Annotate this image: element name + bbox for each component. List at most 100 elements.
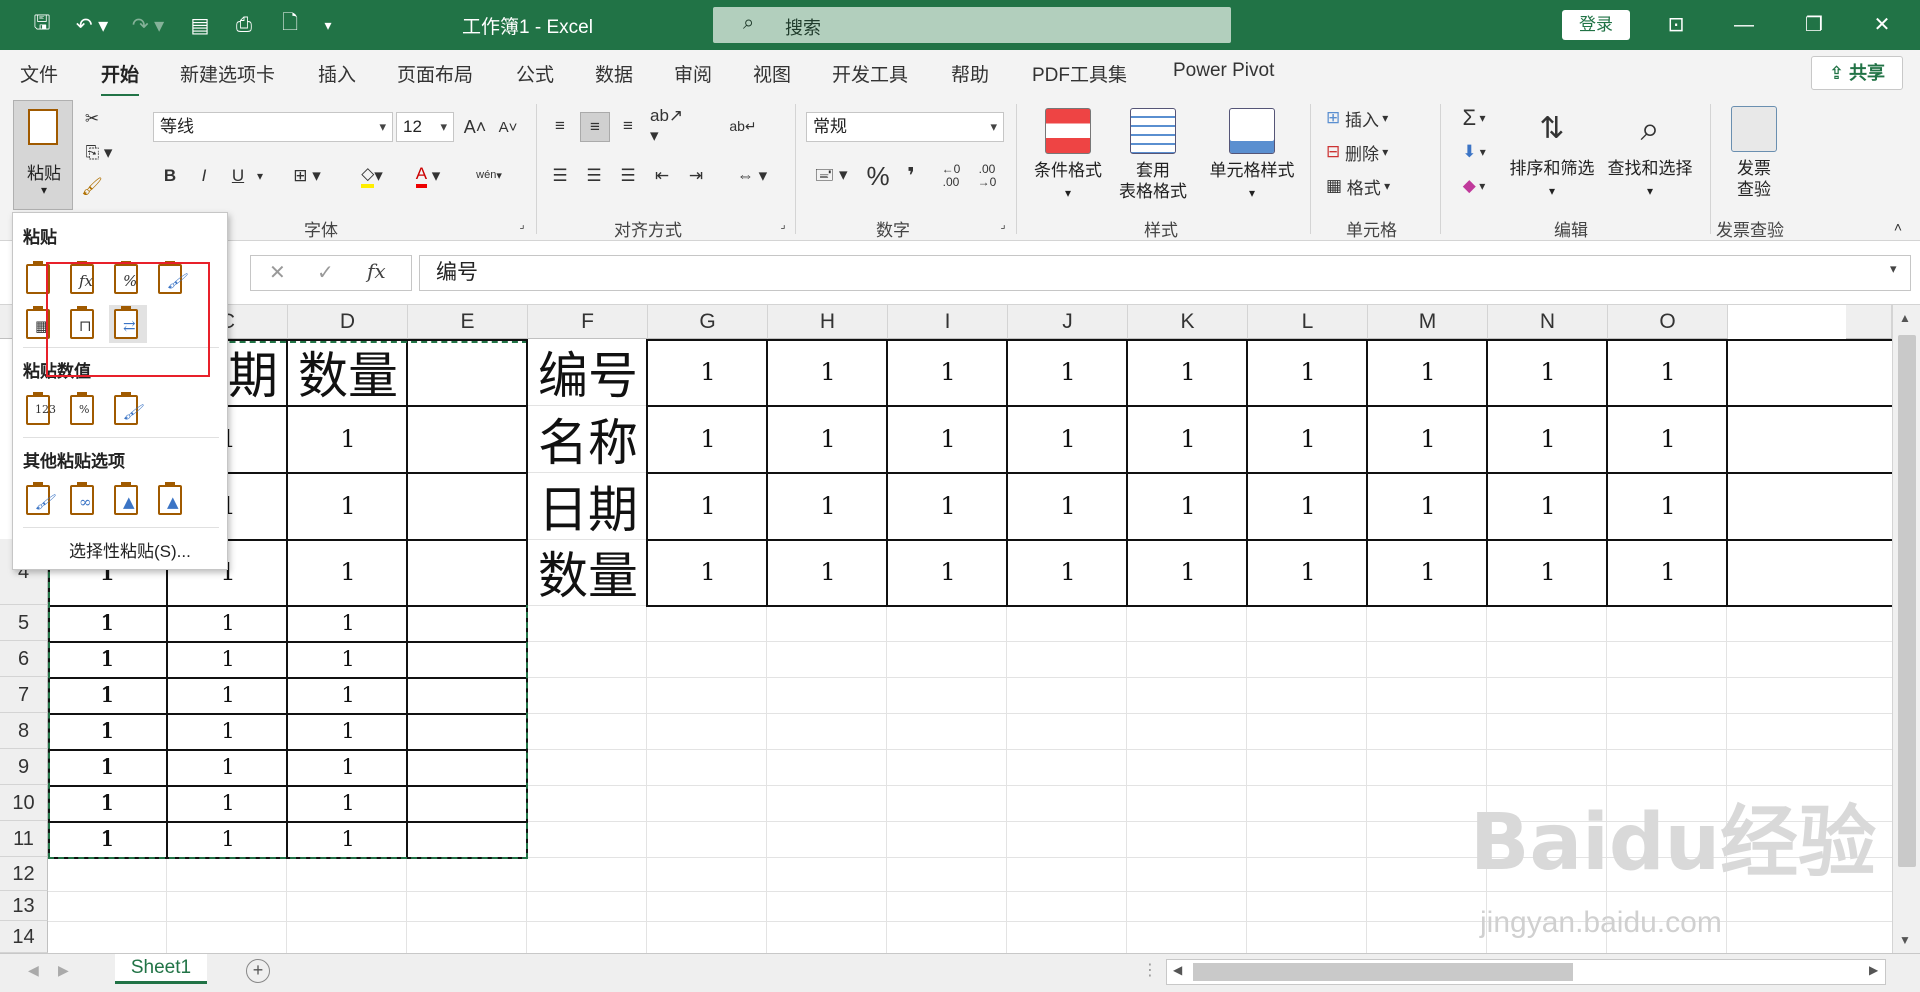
tab-pdf[interactable]: PDF工具集 bbox=[1032, 60, 1127, 87]
paste-option-link-icon[interactable]: ∞ bbox=[65, 481, 103, 519]
percent-button[interactable]: % bbox=[864, 160, 892, 192]
delete-cells-button[interactable]: ⊟ 删除 ▾ bbox=[1326, 138, 1426, 166]
cell[interactable]: 1 bbox=[648, 339, 768, 405]
share-button[interactable]: ⇪ 共享 bbox=[1811, 56, 1903, 90]
border-icon[interactable]: ⊞ ▾ bbox=[284, 162, 330, 190]
scroll-down-icon[interactable]: ▼ bbox=[1899, 933, 1911, 947]
orientation-icon[interactable]: ab↗ ▾ bbox=[650, 106, 696, 145]
cell[interactable]: 1 bbox=[1368, 405, 1488, 472]
cell-border[interactable] bbox=[1126, 339, 1128, 605]
paste-option-values-source-format-icon[interactable]: 🖌 bbox=[109, 391, 147, 429]
cell[interactable]: 1 bbox=[1008, 405, 1128, 472]
align-top-icon[interactable]: ≡ bbox=[546, 112, 574, 140]
row-header[interactable]: 13 bbox=[0, 891, 48, 921]
cell[interactable]: 1 bbox=[1368, 539, 1488, 605]
cell-border[interactable] bbox=[646, 472, 1892, 474]
redo-icon[interactable]: ↷ ▾ bbox=[124, 10, 172, 40]
tab-developer[interactable]: 开发工具 bbox=[832, 60, 908, 87]
cut-icon[interactable]: ✂ bbox=[78, 106, 106, 132]
col-header-O[interactable]: O bbox=[1608, 305, 1728, 339]
cell[interactable]: 1 bbox=[768, 472, 888, 539]
cell[interactable]: 1 bbox=[1608, 539, 1728, 605]
format-cells-button[interactable]: ▦ 格式 ▾ bbox=[1326, 172, 1426, 200]
chevron-down-icon[interactable]: ▾ bbox=[252, 162, 268, 190]
font-color-icon[interactable]: A ▾ bbox=[404, 162, 452, 190]
add-sheet-button[interactable]: + bbox=[246, 959, 270, 983]
tab-new[interactable]: 新建选项卡 bbox=[180, 60, 275, 87]
save-icon[interactable]: 🖫 bbox=[24, 10, 60, 40]
paste-button[interactable]: 粘贴 ▾ bbox=[13, 100, 73, 210]
expand-formula-icon[interactable]: ▾ bbox=[1890, 261, 1897, 277]
phonetic-icon[interactable]: wén ▾ bbox=[466, 158, 512, 192]
col-header-H[interactable]: H bbox=[768, 305, 888, 339]
cell-styles-button[interactable]: 单元格样式 ▾ bbox=[1204, 108, 1300, 204]
collapse-ribbon-icon[interactable]: ˄ bbox=[1888, 218, 1908, 236]
row-header[interactable]: 7 bbox=[0, 677, 48, 713]
increase-decimal-button[interactable]: ←0 .00 bbox=[936, 158, 966, 194]
fill-color-icon[interactable]: ◇ ▾ bbox=[348, 162, 396, 190]
ribbon-display-icon[interactable]: ⊡ bbox=[1656, 10, 1696, 40]
cell[interactable]: 1 bbox=[1488, 539, 1608, 605]
row-header[interactable]: 5 bbox=[0, 605, 48, 641]
sort-filter-button[interactable]: ⇅ 排序和筛选 ▾ bbox=[1506, 106, 1598, 202]
cell-header[interactable]: 数量 bbox=[528, 539, 648, 605]
cell[interactable]: 1 bbox=[1128, 405, 1248, 472]
conditional-format-button[interactable]: 条件格式 ▾ bbox=[1026, 108, 1110, 204]
tab-insert[interactable]: 插入 bbox=[318, 60, 356, 87]
sheet-tab[interactable]: Sheet1 bbox=[115, 954, 207, 984]
decrease-font-icon[interactable]: A˅ bbox=[493, 112, 523, 142]
row-header[interactable]: 11 bbox=[0, 821, 48, 857]
cell[interactable]: 1 bbox=[888, 339, 1008, 405]
tab-help[interactable]: 帮助 bbox=[951, 60, 989, 87]
font-size-select[interactable]: 12 ▾ bbox=[396, 112, 454, 142]
cell-border[interactable] bbox=[646, 605, 1892, 607]
col-header-G[interactable]: G bbox=[648, 305, 768, 339]
cell[interactable]: 1 bbox=[1608, 472, 1728, 539]
autosum-icon[interactable]: Σ ▾ bbox=[1450, 104, 1498, 132]
cell[interactable]: 1 bbox=[1368, 472, 1488, 539]
cell[interactable]: 1 bbox=[1248, 472, 1368, 539]
increase-font-icon[interactable]: A˄ bbox=[460, 112, 490, 142]
tab-review[interactable]: 审阅 bbox=[674, 60, 712, 87]
col-header-J[interactable]: J bbox=[1008, 305, 1128, 339]
decrease-indent-icon[interactable]: ⇤ bbox=[648, 162, 676, 190]
cell-border[interactable] bbox=[1486, 339, 1488, 605]
cell-border[interactable] bbox=[1726, 339, 1728, 605]
cell[interactable]: 1 bbox=[1248, 339, 1368, 405]
paste-option-values-number-format-icon[interactable]: % bbox=[65, 391, 103, 429]
underline-button[interactable]: U bbox=[226, 162, 250, 190]
print-preview-icon[interactable]: ⎙ bbox=[226, 10, 262, 40]
row-header[interactable]: 6 bbox=[0, 641, 48, 677]
cell-border[interactable] bbox=[646, 405, 1892, 407]
search-box[interactable]: ⌕ 搜索 bbox=[713, 7, 1231, 43]
sheet-prev-icon[interactable]: ◀ bbox=[28, 962, 39, 979]
number-dialog-icon[interactable]: ⌟ bbox=[996, 216, 1010, 232]
restore-icon[interactable]: ❐ bbox=[1794, 10, 1834, 40]
undo-icon[interactable]: ↶ ▾ bbox=[68, 10, 116, 40]
cell[interactable]: 1 bbox=[1368, 339, 1488, 405]
decrease-decimal-button[interactable]: .00 →0 bbox=[972, 158, 1002, 194]
comma-button[interactable]: ❜ bbox=[898, 162, 924, 190]
col-header-F[interactable]: F bbox=[528, 305, 648, 339]
font-dialog-icon[interactable]: ⌟ bbox=[515, 216, 529, 232]
row-header[interactable]: 9 bbox=[0, 749, 48, 785]
tab-power-pivot[interactable]: Power Pivot bbox=[1173, 60, 1274, 82]
scroll-right-icon[interactable]: ▶ bbox=[1869, 963, 1878, 977]
cell[interactable]: 1 bbox=[1008, 539, 1128, 605]
clear-icon[interactable]: ◆ ▾ bbox=[1450, 172, 1498, 200]
row-header[interactable]: 12 bbox=[0, 857, 48, 891]
wrap-text-icon[interactable]: ab↵ bbox=[728, 112, 758, 140]
paste-option-formatting-icon[interactable]: 🖌 bbox=[21, 481, 59, 519]
bold-button[interactable]: B bbox=[158, 162, 182, 190]
vertical-scrollbar[interactable]: ▲ ▼ bbox=[1892, 305, 1920, 953]
paste-option-linked-picture-icon[interactable]: ▲ bbox=[153, 481, 191, 519]
cell-border[interactable] bbox=[1606, 339, 1608, 605]
cell-border[interactable] bbox=[886, 339, 888, 605]
cell[interactable]: 1 bbox=[1488, 472, 1608, 539]
row-header[interactable]: 8 bbox=[0, 713, 48, 749]
cell[interactable]: 1 bbox=[648, 472, 768, 539]
cell[interactable]: 1 bbox=[768, 339, 888, 405]
number-format-select[interactable]: 常规 ▾ bbox=[806, 112, 1004, 142]
align-middle-icon[interactable]: ≡ bbox=[580, 112, 610, 142]
col-header-empty[interactable] bbox=[1846, 305, 1892, 339]
